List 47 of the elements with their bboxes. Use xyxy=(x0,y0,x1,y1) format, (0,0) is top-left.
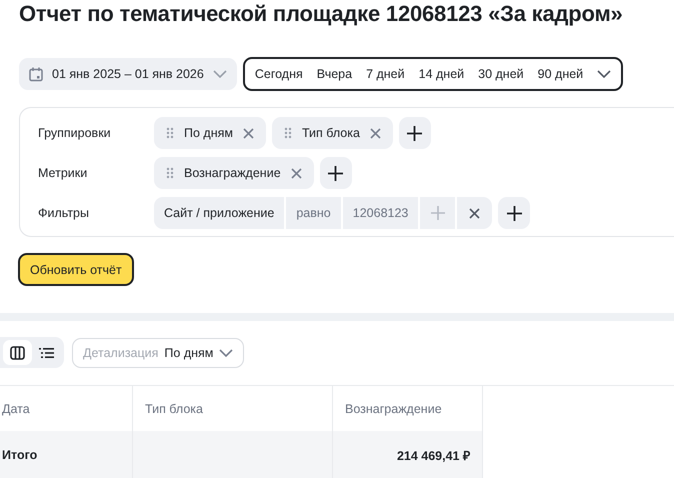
filter-value-field[interactable]: 12068123 xyxy=(342,197,418,229)
plus-icon xyxy=(430,206,445,220)
period-option[interactable]: 7 дней xyxy=(366,67,405,81)
close-icon[interactable] xyxy=(370,128,381,138)
remove-filter-button[interactable] xyxy=(457,197,492,229)
date-range-picker[interactable]: 01 янв 2025 – 01 янв 2026 xyxy=(19,58,237,90)
calendar-icon xyxy=(29,66,43,82)
chip-label: Вознаграждение xyxy=(184,166,281,180)
plus-icon xyxy=(506,206,522,220)
page-title: Отчет по тематической площадке 12068123 «За кадром» xyxy=(18,0,624,28)
close-icon[interactable] xyxy=(290,168,302,178)
setting-label: Фильтры xyxy=(38,206,90,220)
close-icon[interactable] xyxy=(242,128,254,138)
columns-icon xyxy=(10,346,25,360)
filter-operator[interactable]: равно xyxy=(286,197,341,229)
setting-label: Метрики xyxy=(38,166,88,180)
drag-handle-icon[interactable] xyxy=(166,127,174,139)
refresh-report-button[interactable]: Обновить отчёт xyxy=(18,253,134,286)
chip[interactable]: Тип блока xyxy=(272,117,393,149)
plus-icon xyxy=(407,126,422,140)
close-icon xyxy=(469,208,480,218)
chip[interactable]: По дням xyxy=(154,117,266,149)
chevron-down-icon xyxy=(212,70,227,78)
add-button[interactable] xyxy=(398,117,431,149)
chip-label: Тип блока xyxy=(302,126,360,140)
chevron-down-icon xyxy=(219,348,234,356)
period-selector[interactable]: Сегодня Вчера 7 дней 14 дней 30 дней 90 дней xyxy=(242,57,624,91)
add-button[interactable] xyxy=(498,197,530,229)
setting-label: Группировки xyxy=(38,126,112,140)
detail-select[interactable]: Детализация По дням xyxy=(72,338,244,368)
plus-icon xyxy=(328,166,344,180)
add-button[interactable] xyxy=(320,157,352,189)
column-view-button[interactable] xyxy=(3,340,32,365)
chevron-down-icon[interactable] xyxy=(597,70,612,78)
period-option[interactable]: 30 дней xyxy=(478,67,524,81)
period-option[interactable]: 14 дней xyxy=(418,67,464,81)
chip[interactable]: Вознаграждение xyxy=(154,157,314,189)
table-cell-text: 214 469,41 ₽ xyxy=(396,448,470,464)
drag-handle-icon[interactable] xyxy=(284,127,292,139)
chip-label: По дням xyxy=(184,126,233,140)
period-option[interactable]: Сегодня xyxy=(254,67,303,81)
filter-field[interactable]: Сайт / приложение xyxy=(154,197,284,229)
period-option[interactable]: Вчера xyxy=(316,67,352,81)
table-cell: Итого xyxy=(2,448,38,462)
list-icon xyxy=(39,346,54,358)
period-option[interactable]: 90 дней xyxy=(538,67,584,81)
drag-handle-icon[interactable] xyxy=(166,167,174,179)
